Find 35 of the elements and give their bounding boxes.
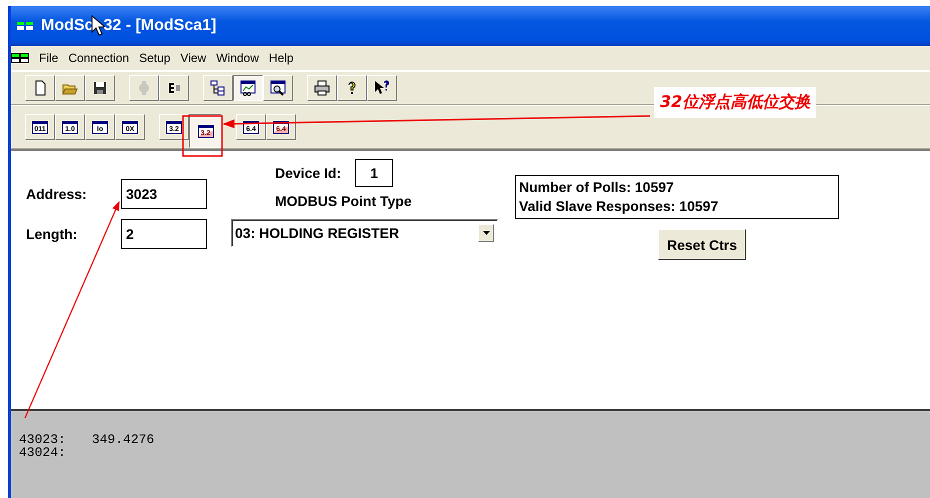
point-type-dropdown[interactable]: 03: HOLDING REGISTER	[231, 219, 498, 247]
register-value: 349.4276	[92, 433, 154, 446]
field-label: Device Id:	[275, 165, 342, 181]
printer-icon	[314, 80, 330, 96]
device-id-field[interactable]: 1	[355, 159, 394, 187]
field-label: Length:	[26, 226, 78, 242]
menu-item[interactable]: Connection	[64, 51, 136, 65]
menu-item[interactable]: Setup	[135, 51, 176, 65]
menu-item[interactable]: Help	[264, 51, 300, 65]
menu-item[interactable]: View	[176, 51, 212, 65]
window-title: 32 - [ModSca1]	[103, 17, 216, 35]
annotation-label: 32位浮点高低位交换	[654, 87, 816, 118]
disconnect-icon	[166, 80, 182, 96]
line-chart-icon	[240, 80, 256, 96]
tree-diagram-icon	[210, 80, 226, 96]
highlight-rectangle	[182, 115, 223, 157]
register-address: 43024:	[19, 446, 66, 459]
counter-text: Valid Slave Responses: 10597	[519, 197, 720, 216]
toolbar-button[interactable]	[233, 75, 263, 101]
pointer-question-icon	[374, 80, 390, 96]
register-address: 43023:	[19, 433, 66, 446]
caret-icon	[482, 231, 490, 235]
length-field[interactable]: 2	[121, 219, 207, 249]
plug-icon	[136, 80, 152, 96]
field-label: MODBUS Point Type	[274, 193, 413, 209]
magnifier-window-icon	[270, 80, 286, 96]
field-label: Address:	[26, 186, 88, 202]
menu-item[interactable]: File	[35, 51, 64, 65]
reset-button[interactable]: Reset Ctrs	[658, 229, 746, 260]
menu-item[interactable]: Window	[212, 51, 265, 65]
mouse-cursor-icon	[91, 15, 106, 37]
window-title: ModSc	[41, 17, 94, 35]
counter-text: Number of Polls: 10597	[519, 178, 675, 197]
app-icon	[17, 22, 33, 30]
address-field[interactable]: 3023	[121, 179, 207, 209]
